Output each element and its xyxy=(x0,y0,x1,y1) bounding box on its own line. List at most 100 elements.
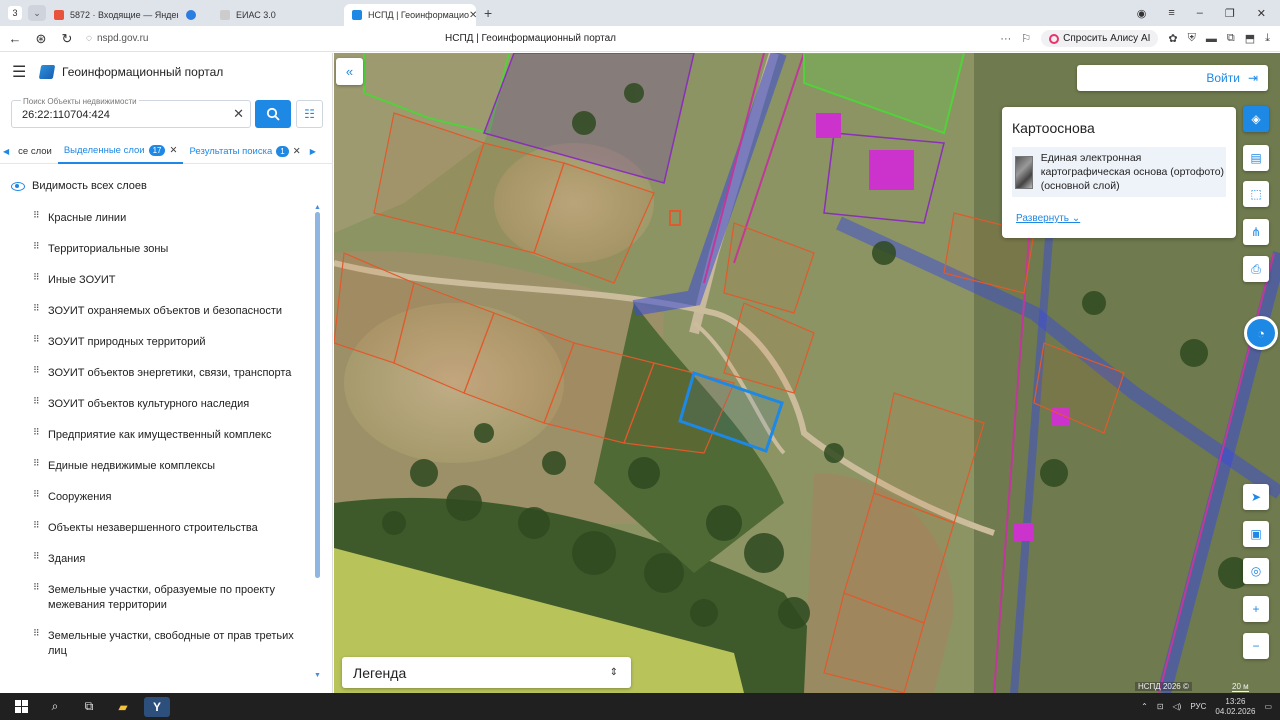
drag-handle-icon[interactable]: ⠿ xyxy=(33,552,40,561)
tab-all-layers[interactable]: се слои xyxy=(12,140,58,164)
tab-search-results[interactable]: Результаты поиска 1 ✕ xyxy=(183,140,306,164)
shield-check-icon[interactable]: ⛨ xyxy=(1188,32,1196,45)
layer-item[interactable]: ⠿ ЗОУИТ охраняемых объектов и безопасност… xyxy=(0,296,318,327)
filter-button[interactable]: ☷ xyxy=(296,100,323,128)
tray-chevron-icon[interactable]: ⌃ xyxy=(1141,702,1148,711)
restore-icon[interactable]: ❐ xyxy=(1225,7,1235,20)
notifications-icon[interactable]: ▭ xyxy=(1264,702,1272,711)
language-indicator[interactable]: РУС xyxy=(1190,702,1206,711)
drag-handle-icon[interactable]: ⠿ xyxy=(33,211,40,220)
minimize-icon[interactable]: – xyxy=(1197,7,1203,20)
taskbar-search-icon[interactable]: ⌕ xyxy=(42,697,68,717)
select-area-button[interactable]: ⬚ xyxy=(1243,181,1269,207)
extension-icon[interactable]: ✿ xyxy=(1168,32,1177,45)
clock[interactable]: 13:26 04.02.2026 xyxy=(1215,697,1255,717)
more-icon[interactable]: ··· xyxy=(1000,33,1011,45)
puzzle-icon[interactable]: ⧉ xyxy=(1227,32,1235,45)
browser-tab-mail[interactable]: 5872 · Входящие — Яндекс xyxy=(46,4,178,26)
scroll-up-icon[interactable]: ▲ xyxy=(314,204,321,211)
shield-icon[interactable]: ⊛ xyxy=(30,31,52,47)
vpn-icon[interactable]: ▬ xyxy=(1206,33,1217,45)
scrollbar-thumb[interactable] xyxy=(315,212,320,578)
legend-dropdown[interactable]: Легенда ⇕ xyxy=(342,657,631,688)
double-chevron-left-icon: « xyxy=(345,64,354,79)
tab-label: ЕИАС 3.0 xyxy=(236,10,276,20)
ruler-tool-button[interactable]: ▤ xyxy=(1243,145,1269,171)
layer-item[interactable]: ⠿ Иные ЗОУИТ xyxy=(0,265,318,296)
geolocation-button[interactable]: ◎ xyxy=(1243,558,1269,584)
visibility-toggle[interactable]: Видимость всех слоев xyxy=(11,180,147,192)
layer-item[interactable]: ⠿ Объекты незавершенного строительства xyxy=(0,513,318,544)
tab-selected-layers[interactable]: Выделенные слои 17 ✕ xyxy=(57,140,184,164)
sidebar-icon[interactable]: ⬒ xyxy=(1245,32,1255,45)
zoom-out-button[interactable]: − xyxy=(1243,633,1269,659)
share-button[interactable]: ⋔ xyxy=(1243,219,1269,245)
drag-handle-icon[interactable]: ⠿ xyxy=(33,397,40,406)
close-icon[interactable]: ✕ xyxy=(169,145,177,156)
close-icon[interactable]: ✕ xyxy=(293,146,301,157)
volume-icon[interactable]: ◁) xyxy=(1173,702,1182,711)
window-close-icon[interactable]: ✕ xyxy=(1257,7,1266,20)
network-icon[interactable]: ⊡ xyxy=(1157,702,1164,711)
drag-handle-icon[interactable]: ⠿ xyxy=(33,273,40,282)
bookmark-icon[interactable]: ⚐ xyxy=(1021,32,1031,45)
back-icon[interactable]: ← xyxy=(4,31,26,46)
search-button[interactable] xyxy=(255,100,291,128)
drag-handle-icon[interactable]: ⠿ xyxy=(33,242,40,251)
browser-tab-app[interactable] xyxy=(178,4,212,26)
download-icon[interactable]: ⤓ xyxy=(1265,32,1270,45)
scroll-down-icon[interactable]: ▼ xyxy=(314,672,321,679)
reload-icon[interactable]: ↻ xyxy=(56,31,78,47)
layer-item[interactable]: ⠿ Сооружения xyxy=(0,482,318,513)
expand-link[interactable]: Развернуть ⌄ xyxy=(1016,213,1080,224)
tabs-right-icon[interactable]: ▶ xyxy=(307,147,319,156)
print-button[interactable]: ⎙ xyxy=(1243,256,1269,282)
drag-handle-icon[interactable]: ⠿ xyxy=(33,428,40,437)
tabs-dropdown-icon[interactable]: ⌄ xyxy=(28,5,46,21)
search-input[interactable]: Поиск Объекты недвижимости 26:22:110704:… xyxy=(11,97,251,128)
locate-button[interactable]: ➤ xyxy=(1243,484,1269,510)
tab-count[interactable]: 3 xyxy=(8,6,22,20)
login-button[interactable]: Войти ⇥ xyxy=(1077,65,1268,91)
collapse-panel-button[interactable]: « xyxy=(336,58,363,85)
layer-item[interactable]: ⠿ ЗОУИТ объектов энергетики, связи, транс… xyxy=(0,358,318,389)
basemap-item[interactable]: Единая электронная картографическая осно… xyxy=(1012,147,1226,197)
minimap-button[interactable]: ▣ xyxy=(1243,521,1269,547)
zoom-in-button[interactable]: + xyxy=(1243,596,1269,622)
file-explorer-icon[interactable]: ▰ xyxy=(110,697,136,717)
clear-icon[interactable]: ✕ xyxy=(233,106,244,122)
hamburger-icon[interactable]: ☰ xyxy=(12,62,34,82)
drag-handle-icon[interactable]: ⠿ xyxy=(33,490,40,499)
drag-handle-icon[interactable]: ⠿ xyxy=(33,335,40,344)
layer-item[interactable]: ⠿ Земельные участки, свободные от прав тр… xyxy=(0,621,318,667)
layer-item[interactable]: ⠿ Единые недвижимые комплексы xyxy=(0,451,318,482)
layer-item[interactable]: ⠿ Здания xyxy=(0,544,318,575)
task-view-icon[interactable]: ⧉ xyxy=(76,697,102,717)
layer-item[interactable]: ⠿ Предприятие как имущественный комплекс xyxy=(0,420,318,451)
windows-start-icon[interactable] xyxy=(8,697,34,717)
browser-tab-nspd[interactable]: НСПД | Геоинформацио ✕ xyxy=(344,4,476,26)
menu-icon[interactable]: ≡ xyxy=(1168,7,1174,20)
alice-button[interactable]: Спросить Алису AI xyxy=(1041,30,1159,47)
profile-icon[interactable]: ◉ xyxy=(1137,7,1147,20)
scrollbar[interactable] xyxy=(315,212,320,578)
drag-handle-icon[interactable]: ⠿ xyxy=(33,304,40,313)
drag-handle-icon[interactable]: ⠿ xyxy=(33,459,40,468)
layers-tool-button[interactable]: ◈ xyxy=(1243,106,1269,132)
url-field[interactable]: ◌ nspd.gov.ru xyxy=(86,33,186,44)
layer-item[interactable]: ⠿ Территориальные зоны xyxy=(0,234,318,265)
drag-handle-icon[interactable]: ⠿ xyxy=(33,583,40,592)
layer-item[interactable]: ⠿ ЗОУИТ объектов культурного наследия xyxy=(0,389,318,420)
assistant-button[interactable]: ◔ xyxy=(1244,316,1278,350)
drag-handle-icon[interactable]: ⠿ xyxy=(33,521,40,530)
yandex-browser-icon[interactable]: Y xyxy=(144,696,170,717)
drag-handle-icon[interactable]: ⠿ xyxy=(33,629,40,638)
tabs-left-icon[interactable]: ◀ xyxy=(0,147,12,156)
layer-item[interactable]: ⠿ Земельные участки, образуемые по проект… xyxy=(0,575,318,621)
layer-item[interactable]: ⠿ ЗОУИТ природных территорий xyxy=(0,327,318,358)
layer-item[interactable]: ⠿ Красные линии xyxy=(0,203,318,234)
close-icon[interactable]: ✕ xyxy=(469,10,476,21)
browser-tab-eias[interactable]: ЕИАС 3.0 xyxy=(212,4,344,26)
new-tab-icon[interactable]: + xyxy=(484,5,492,21)
drag-handle-icon[interactable]: ⠿ xyxy=(33,366,40,375)
